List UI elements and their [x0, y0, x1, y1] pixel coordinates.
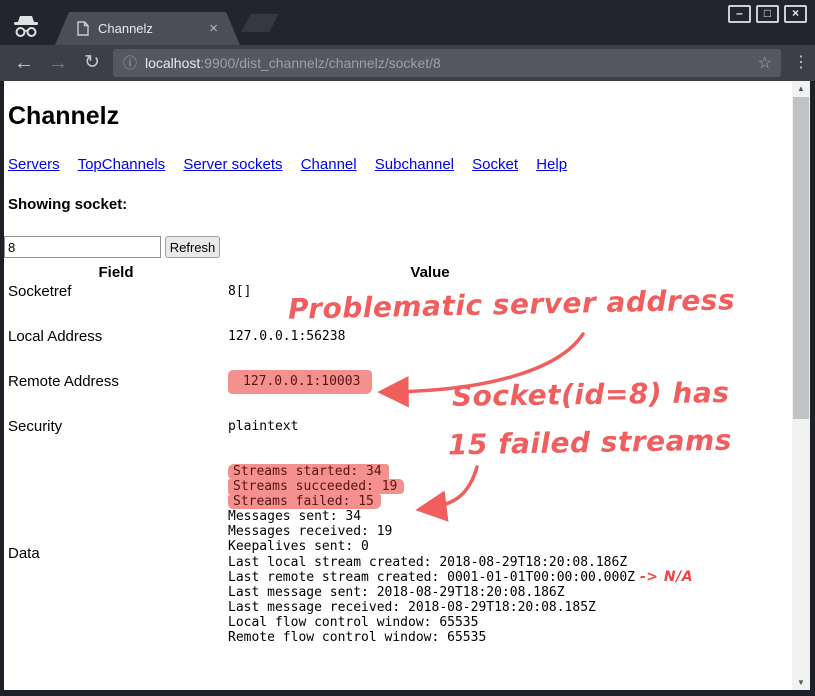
remote-address-highlight: 127.0.0.1:10003 — [228, 370, 372, 394]
page-title: Channelz — [8, 103, 792, 130]
data-line: Local flow control window: 65535 — [228, 615, 792, 630]
page-content: Channelz Servers TopChannels Server sock… — [4, 81, 792, 690]
field-label: Local Address — [4, 326, 228, 371]
data-line: Last local stream created: 2018-08-29T18… — [228, 555, 792, 570]
nav-link-channel[interactable]: Channel — [301, 156, 357, 173]
streams-failed-highlight: Streams failed: 15 — [228, 494, 381, 509]
data-value-block: Streams started: 34 Streams succeeded: 1… — [228, 461, 792, 645]
table-row: Socketref 8[] — [4, 281, 792, 326]
field-value: 127.0.0.1:10003 — [228, 371, 792, 416]
field-label: Security — [4, 416, 228, 461]
data-line: Streams failed: 15 — [228, 494, 792, 509]
browser-titlebar: Channelz × – □ × — [0, 0, 815, 45]
minimize-button[interactable]: – — [728, 5, 751, 23]
close-button[interactable]: × — [784, 5, 807, 23]
reload-icon[interactable]: ↻ — [80, 53, 104, 73]
table-row: Security plaintext — [4, 416, 792, 461]
field-column-header: Field — [4, 264, 228, 281]
back-icon[interactable]: ← — [12, 53, 36, 73]
field-label: Remote Address — [4, 371, 228, 416]
refresh-button[interactable]: Refresh — [165, 236, 220, 258]
bookmark-star-icon[interactable]: ☆ — [758, 53, 772, 73]
table-row: Remote Address 127.0.0.1:10003 — [4, 371, 792, 416]
value-column-header: Value — [228, 264, 632, 281]
socket-controls: Refresh — [4, 236, 792, 258]
new-tab-button[interactable] — [241, 14, 279, 32]
socket-id-input[interactable] — [4, 236, 161, 258]
table-row: Local Address 127.0.0.1:56238 — [4, 326, 792, 371]
data-line: Messages sent: 34 — [228, 509, 792, 524]
streams-succeeded-highlight: Streams succeeded: 19 — [228, 479, 404, 494]
maximize-button[interactable]: □ — [756, 5, 779, 23]
url-path: :9900/dist_channelz/channelz/socket/8 — [200, 55, 757, 71]
field-label: Data — [4, 461, 228, 645]
address-bar[interactable]: ⓘ localhost :9900/dist_channelz/channelz… — [113, 49, 781, 77]
field-value: plaintext — [228, 416, 792, 461]
browser-toolbar: ← → ↻ ⓘ localhost :9900/dist_channelz/ch… — [0, 45, 815, 81]
window-controls: – □ × — [728, 5, 807, 23]
forward-icon[interactable]: → — [46, 53, 70, 73]
scroll-down-icon[interactable]: ▼ — [792, 675, 810, 690]
browser-tab[interactable]: Channelz × — [55, 12, 240, 45]
scroll-up-icon[interactable]: ▲ — [792, 81, 810, 96]
vertical-scrollbar[interactable]: ▲ ▼ — [792, 81, 810, 690]
tab-close-icon[interactable]: × — [209, 21, 218, 36]
browser-window: Channelz × – □ × ← → ↻ ⓘ localhost :9900… — [0, 0, 815, 696]
streams-started-highlight: Streams started: 34 — [228, 464, 389, 479]
nav-link-server-sockets[interactable]: Server sockets — [183, 156, 282, 173]
field-value: 8[] — [228, 281, 792, 326]
page-info-icon[interactable]: ⓘ — [123, 53, 137, 73]
field-label: Socketref — [4, 281, 228, 326]
page-icon — [77, 21, 89, 36]
nav-link-servers[interactable]: Servers — [8, 156, 60, 173]
data-line: Messages received: 19 — [228, 524, 792, 539]
nav-link-socket[interactable]: Socket — [472, 156, 518, 173]
channelz-nav: Servers TopChannels Server sockets Chann… — [8, 156, 792, 173]
data-line: Keepalives sent: 0 — [228, 539, 792, 554]
table-row-data: Data Streams started: 34 Streams succeed… — [4, 461, 792, 645]
nav-link-subchannel[interactable]: Subchannel — [375, 156, 454, 173]
field-value: 127.0.0.1:56238 — [228, 326, 792, 371]
incognito-icon — [11, 14, 41, 40]
browser-menu-icon[interactable]: ⋮ — [789, 53, 813, 73]
data-line: Streams started: 34 — [228, 464, 792, 479]
data-line: Streams succeeded: 19 — [228, 479, 792, 494]
table-header: Field Value — [4, 264, 792, 281]
na-annotation: -> N/A — [640, 569, 693, 585]
nav-link-topchannels[interactable]: TopChannels — [78, 156, 166, 173]
url-host: localhost — [145, 55, 200, 71]
data-line: Last message received: 2018-08-29T18:20:… — [228, 600, 792, 615]
data-line: Last message sent: 2018-08-29T18:20:08.1… — [228, 585, 792, 600]
showing-socket-label: Showing socket: — [8, 197, 792, 213]
scrollbar-thumb[interactable] — [793, 97, 809, 419]
nav-link-help[interactable]: Help — [536, 156, 567, 173]
data-line: Last remote stream created: 0001-01-01T0… — [228, 570, 792, 585]
data-line: Remote flow control window: 65535 — [228, 630, 792, 645]
tab-title: Channelz — [98, 21, 209, 36]
